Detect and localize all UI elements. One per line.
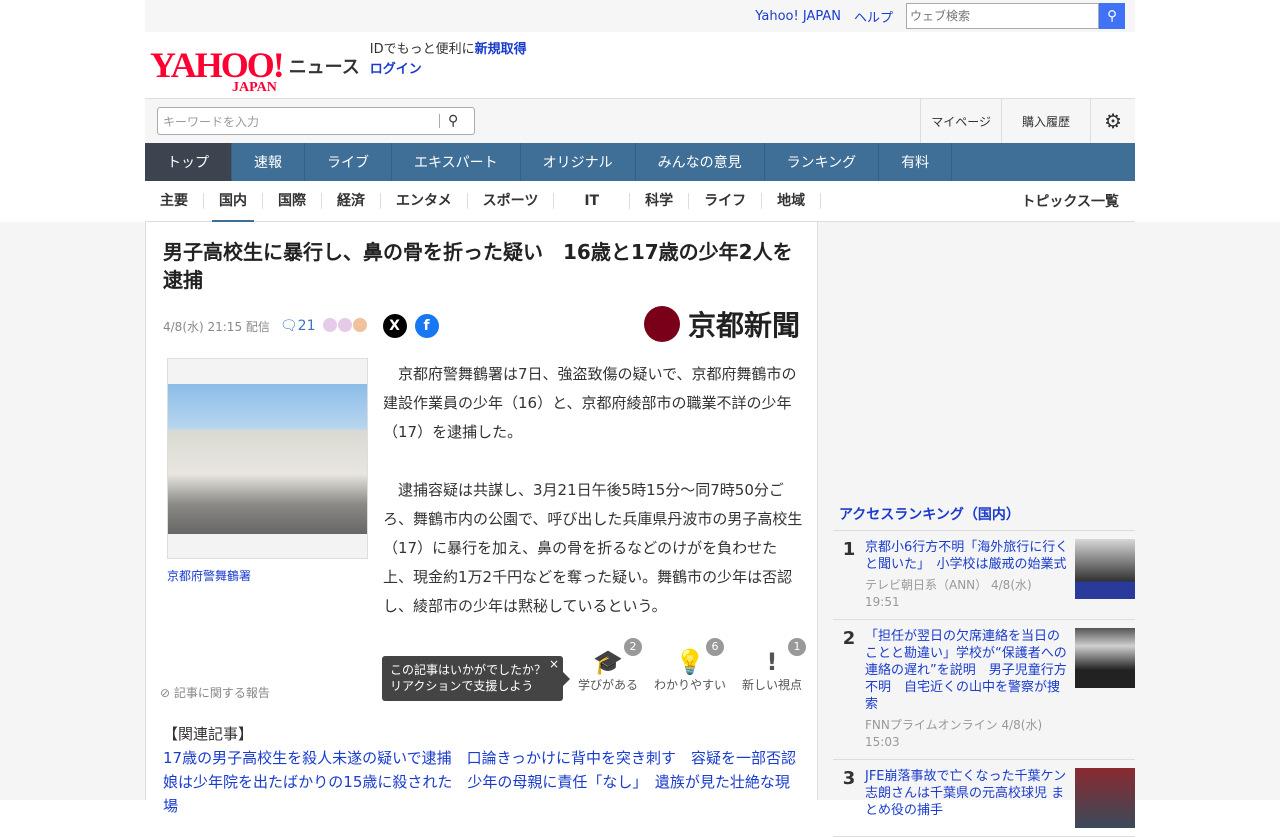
category-science[interactable]: 科学 bbox=[630, 193, 690, 209]
article-meta: 4/8(水) 21:15 配信 🗨21 X f bbox=[163, 314, 439, 338]
category-international[interactable]: 国際 bbox=[263, 193, 322, 209]
tab-top[interactable]: トップ bbox=[145, 143, 232, 181]
ranking-thumbnail bbox=[1075, 628, 1135, 688]
service-name: ニュース bbox=[288, 57, 360, 78]
keyword-search-input[interactable]: キーワードを入力 ⚲ bbox=[157, 107, 475, 135]
web-search: ⚲ bbox=[906, 3, 1125, 29]
purchase-history-link[interactable]: 購入履歴 bbox=[1001, 98, 1090, 144]
reaction-faces-icon bbox=[322, 317, 367, 335]
gear-icon[interactable]: ⚙ bbox=[1090, 98, 1135, 144]
ranking-thumbnail bbox=[1075, 539, 1135, 599]
search-icon[interactable]: ⚲ bbox=[448, 113, 474, 129]
yahoo-japan-link[interactable]: Yahoo! JAPAN bbox=[755, 9, 841, 24]
help-link[interactable]: ヘルプ bbox=[854, 7, 893, 26]
topics-list-link[interactable]: トピックス一覧 bbox=[1021, 191, 1119, 211]
related-link[interactable]: 17歳の男子高校生を殺人未遂の疑いで逮捕 口論きっかけに背中を突き刺す 容疑を一… bbox=[163, 749, 796, 767]
report-link[interactable]: ⊘ 記事に関する報告 bbox=[160, 684, 270, 701]
tab-live[interactable]: ライブ bbox=[305, 143, 392, 181]
login-link[interactable]: ログイン bbox=[370, 62, 422, 77]
tab-paid[interactable]: 有料 bbox=[879, 143, 953, 181]
publish-date: 4/8(水) 21:15 配信 bbox=[163, 319, 270, 334]
article: 男子高校生に暴行し、鼻の骨を折った疑い 16歳と17歳の少年2人を逮捕 4/8(… bbox=[145, 222, 818, 815]
reaction-new-view-button[interactable]: ! 新しい視点 1 bbox=[732, 638, 812, 693]
web-search-input[interactable] bbox=[906, 3, 1099, 29]
close-icon[interactable]: × bbox=[549, 656, 559, 672]
article-body: 京都府警舞鶴署は7日、強盗致傷の疑いで、京都府舞鶴市の建設作業員の少年（16）と… bbox=[383, 365, 803, 615]
comments-link[interactable]: 🗨21 bbox=[280, 318, 316, 334]
article-title: 男子高校生に暴行し、鼻の骨を折った疑い 16歳と17歳の少年2人を逮捕 bbox=[163, 240, 793, 292]
category-it[interactable]: IT bbox=[554, 193, 631, 209]
search-bar: キーワードを入力 ⚲ マイページ 購入履歴 ⚙ bbox=[145, 98, 1135, 144]
mypage-link[interactable]: マイページ bbox=[920, 98, 1001, 144]
top-bar: Yahoo! JAPAN ヘルプ ⚲ bbox=[145, 0, 1135, 32]
police-station-image bbox=[168, 384, 367, 534]
ranking-item[interactable]: 2 「担任が翌日の欠席連絡を当日のことと勘違い」学校が“保護者への連絡の遅れ”を… bbox=[833, 620, 1135, 760]
yahoo-news-logo[interactable]: YAHOO! JAPAN ニュース bbox=[150, 47, 360, 95]
signup-link[interactable]: 新規取得 bbox=[475, 42, 527, 57]
tab-original[interactable]: オリジナル bbox=[521, 143, 636, 181]
facebook-share-icon[interactable]: f bbox=[414, 314, 439, 338]
category-entertainment[interactable]: エンタメ bbox=[381, 193, 468, 209]
x-share-icon[interactable]: X bbox=[382, 314, 407, 338]
tab-ranking[interactable]: ランキング bbox=[765, 143, 880, 181]
reaction-learn-button[interactable]: 🎓 学びがある 2 bbox=[568, 638, 648, 693]
category-nav: 主要 国内 国際 経済 エンタメ スポーツ IT 科学 ライフ 地域 トピックス… bbox=[145, 181, 1135, 224]
article-photo[interactable] bbox=[167, 358, 368, 559]
related-link[interactable]: 娘は少年院を出たばかりの15歳に殺された 少年の母親に責任「なし」 遺族が見た壮… bbox=[163, 773, 790, 815]
id-box: IDでもっと便利に新規取得 ログイン bbox=[369, 42, 527, 77]
tab-opinions[interactable]: みんなの意見 bbox=[636, 143, 765, 181]
related-articles: 【関連記事】 17歳の男子高校生を殺人未遂の疑いで逮捕 口論きっかけに背中を突き… bbox=[163, 725, 797, 815]
publisher-logo[interactable]: 京都新聞 bbox=[644, 304, 800, 344]
photo-caption[interactable]: 京都府警舞鶴署 bbox=[167, 567, 251, 584]
ranking-title[interactable]: アクセスランキング（国内） bbox=[833, 500, 1135, 531]
category-region[interactable]: 地域 bbox=[762, 193, 822, 209]
ranking-item[interactable]: 3 JFE崩落事故で亡くなった千葉ケン志朗さんは千葉県の元高校球児 まとめ役の捕… bbox=[833, 760, 1135, 837]
category-sports[interactable]: スポーツ bbox=[468, 193, 555, 209]
global-nav: トップ 速報 ライブ エキスパート オリジナル みんなの意見 ランキング 有料 bbox=[145, 143, 1135, 181]
category-domestic[interactable]: 国内 bbox=[204, 193, 263, 224]
category-economy[interactable]: 経済 bbox=[322, 193, 381, 209]
access-ranking: アクセスランキング（国内） 1 京都小6行方不明「海外旅行に行くと聞いた」 小学… bbox=[833, 500, 1135, 837]
tab-breaking[interactable]: 速報 bbox=[232, 143, 305, 181]
header: YAHOO! JAPAN ニュース IDでもっと便利に新規取得 ログイン bbox=[145, 32, 1135, 98]
reaction-tooltip: この記事はいかがでしたか？ リアクションで支援しよう × bbox=[382, 656, 570, 701]
ranking-item[interactable]: 1 京都小6行方不明「海外旅行に行くと聞いた」 小学校は厳戒の始業式 テレビ朝日系… bbox=[833, 531, 1135, 620]
category-main[interactable]: 主要 bbox=[145, 193, 204, 209]
search-icon[interactable]: ⚲ bbox=[1099, 3, 1125, 29]
ranking-thumbnail bbox=[1075, 768, 1135, 828]
reaction-clear-button[interactable]: 💡 わかりやすい 6 bbox=[650, 638, 730, 693]
tab-expert[interactable]: エキスパート bbox=[392, 143, 521, 181]
category-life[interactable]: ライフ bbox=[689, 193, 763, 209]
